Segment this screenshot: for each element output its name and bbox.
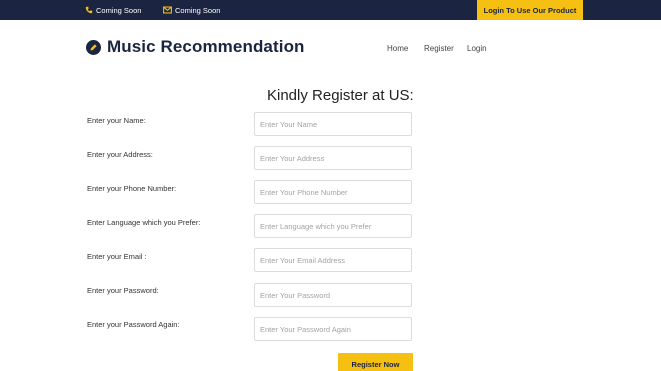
brand-logo[interactable]: Music Recommendation: [86, 37, 305, 57]
phone-label: Enter your Phone Number:: [87, 184, 177, 193]
password-again-input[interactable]: [254, 317, 412, 341]
language-label: Enter Language which you Prefer:: [87, 218, 201, 227]
logo-badge-icon: [86, 39, 101, 55]
phone-icon: [84, 6, 93, 15]
nav-login-link[interactable]: Login: [467, 44, 487, 53]
mail-icon: [163, 6, 172, 15]
top-bar: Coming Soon Coming Soon Login To Use Our…: [0, 0, 661, 20]
contact-email: Coming Soon: [163, 0, 220, 20]
form-title: Kindly Register at US:: [267, 87, 414, 104]
password-again-label: Enter your Password Again:: [87, 320, 180, 329]
email-input[interactable]: [254, 248, 412, 272]
email-label: Enter your Email :: [87, 252, 147, 261]
brand-name: Music Recommendation: [107, 37, 305, 56]
contact-phone-text: Coming Soon: [96, 5, 142, 15]
nav-home-link[interactable]: Home: [387, 44, 408, 53]
name-input[interactable]: [254, 112, 412, 136]
address-label: Enter your Address:: [87, 150, 153, 159]
register-now-button[interactable]: Register Now: [338, 353, 413, 371]
phone-input[interactable]: [254, 180, 412, 204]
name-label: Enter your Name:: [87, 116, 146, 125]
login-cta-button[interactable]: Login To Use Our Product: [477, 0, 583, 20]
nav-register-link[interactable]: Register: [424, 44, 454, 53]
contact-phone: Coming Soon: [84, 0, 141, 20]
language-input[interactable]: [254, 214, 412, 238]
password-label: Enter your Password:: [87, 286, 159, 295]
contact-email-text: Coming Soon: [175, 5, 221, 15]
password-input[interactable]: [254, 283, 412, 307]
address-input[interactable]: [254, 146, 412, 170]
